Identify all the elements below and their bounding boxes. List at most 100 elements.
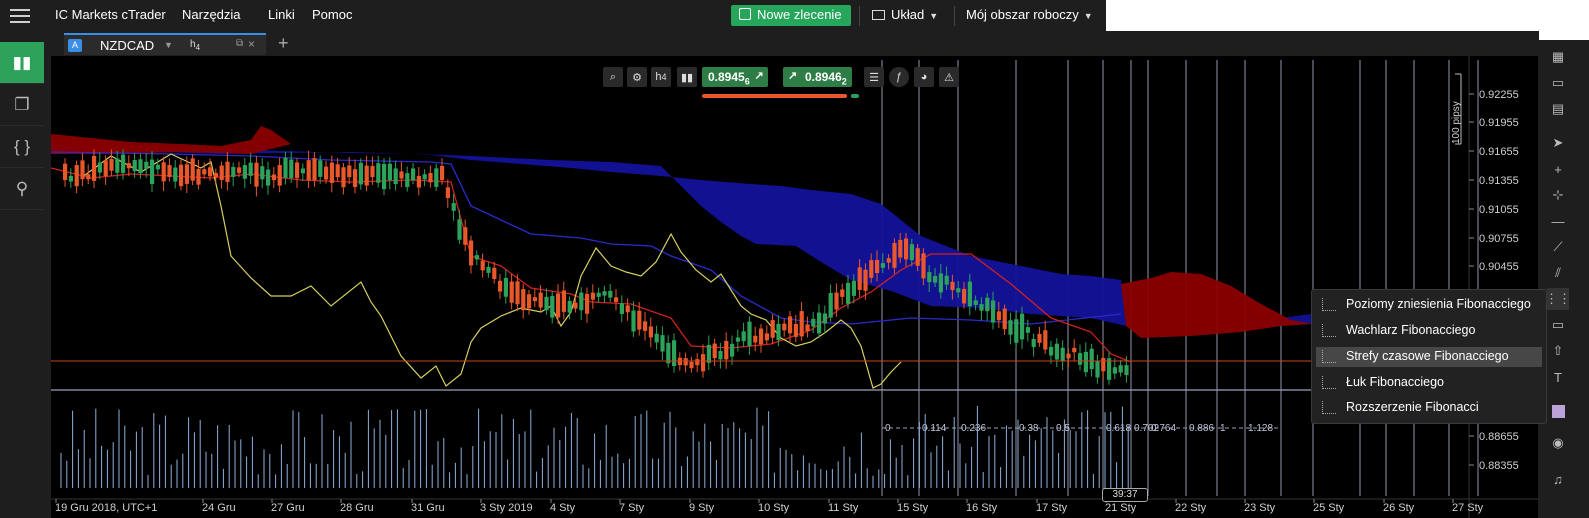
- chart-type-candles-icon[interactable]: ▮▮: [677, 67, 697, 87]
- time-axis-label: 24 Gru: [202, 502, 236, 514]
- candle: [318, 160, 323, 177]
- trend-line-icon[interactable]: ⟋: [1547, 236, 1569, 258]
- chart-canvas[interactable]: 0 0.114 0.236 0.38 0.5 0.618 0.7020.764 0.886 1 1…: [51, 56, 1538, 518]
- layout-button[interactable]: Układ ▼: [872, 7, 938, 22]
- close-icon[interactable]: ×: [248, 37, 255, 51]
- grid-layout-icon[interactable]: ▦: [1547, 46, 1569, 68]
- candle: [904, 238, 909, 260]
- drawing-icon[interactable]: ◕: [914, 67, 934, 87]
- code-braces-icon[interactable]: { }: [0, 126, 44, 168]
- time-axis-label: 15 Sty: [897, 502, 929, 514]
- candle: [718, 351, 723, 360]
- timeframe-number: 4: [195, 43, 201, 52]
- chart-tab-nzdcad[interactable]: A NZDCAD ▼ h4 ⧉ ×: [64, 33, 266, 55]
- candle: [857, 267, 862, 290]
- candle: [440, 165, 445, 181]
- new-order-label: Nowe zlecenie: [757, 7, 842, 22]
- channel-icon[interactable]: ⫽: [1547, 262, 1569, 284]
- fib-fan-icon: [1322, 324, 1336, 337]
- copy-icon[interactable]: ❐: [0, 84, 44, 126]
- timeframe-selector[interactable]: h4: [651, 67, 671, 87]
- menu-tools[interactable]: Narzędzia: [182, 7, 241, 22]
- horizontal-line-icon[interactable]: —: [1547, 210, 1569, 232]
- fib-time-zones-item[interactable]: Strefy czasowe Fibonacciego: [1316, 347, 1542, 367]
- alert-icon[interactable]: ⚠: [939, 67, 959, 87]
- menu-help[interactable]: Pomoc: [312, 7, 352, 22]
- add-tab-button[interactable]: +: [278, 33, 289, 54]
- fib-arc-item[interactable]: Łuk Fibonacciego: [1316, 373, 1542, 393]
- zoom-icon[interactable]: ⌕: [603, 67, 623, 87]
- indicator-f-icon[interactable]: ƒ: [889, 67, 909, 87]
- candle: [735, 337, 740, 342]
- fibonacci-icon[interactable]: ⋮⋮: [1545, 288, 1571, 310]
- candle: [950, 281, 955, 291]
- trade-candles-icon[interactable]: ▮▮: [0, 42, 44, 84]
- candle: [242, 165, 247, 179]
- crosshair-plus-icon[interactable]: ⊹: [1547, 184, 1569, 206]
- sell-price-button[interactable]: 0.89456 ↗: [702, 67, 768, 87]
- candle: [666, 342, 671, 364]
- candle: [1124, 365, 1129, 376]
- candle: [445, 187, 450, 199]
- candle: [503, 277, 508, 297]
- camera-icon[interactable]: ◉: [1547, 432, 1569, 454]
- checklist-icon[interactable]: ☰: [864, 67, 884, 87]
- candle: [991, 300, 996, 323]
- candle: [712, 343, 717, 359]
- account-badge: A: [68, 39, 82, 52]
- candle: [938, 273, 943, 293]
- time-axis-label: 4 Sty: [550, 502, 576, 514]
- time-axis-label: 23 Sty: [1244, 502, 1276, 514]
- analyze-zoom-icon[interactable]: ⚲: [0, 168, 44, 210]
- candle: [747, 321, 752, 346]
- candle: [689, 361, 694, 369]
- time-axis-label: 27 Gru: [271, 502, 305, 514]
- candle: [973, 300, 978, 305]
- split-window-icon[interactable]: ▤: [1547, 98, 1569, 120]
- crosshair-icon[interactable]: +: [1547, 158, 1569, 180]
- candle: [474, 255, 479, 260]
- chevron-down-icon[interactable]: ▼: [164, 40, 173, 50]
- candle: [1002, 308, 1007, 330]
- hamburger-menu-icon[interactable]: [10, 9, 30, 23]
- cursor-icon[interactable]: ➤: [1547, 132, 1569, 154]
- candle: [1101, 357, 1106, 372]
- buy-price-button[interactable]: ↗ 0.89462: [783, 67, 852, 87]
- new-order-button[interactable]: Nowe zlecenie: [731, 5, 851, 26]
- arrow-up-icon[interactable]: ⇧: [1547, 340, 1569, 362]
- fib-extension-item[interactable]: Rozszerzenie Fibonacci: [1316, 398, 1542, 418]
- time-axis-label: 19 Gru 2018, UTC+1: [55, 502, 157, 514]
- candle: [376, 163, 381, 183]
- candle: [271, 174, 276, 181]
- left-sidebar: ▮▮ ❐ { } ⚲: [0, 40, 44, 518]
- price-axis-label: 0.90455: [1479, 261, 1519, 273]
- text-icon[interactable]: T: [1547, 366, 1569, 388]
- color-swatch[interactable]: [1547, 400, 1569, 422]
- time-axis-label: 10 Sty: [758, 502, 790, 514]
- tab-timeframe[interactable]: h4: [190, 39, 200, 52]
- candle: [1008, 320, 1013, 335]
- candle: [1060, 347, 1065, 362]
- fib-extension-icon: [1322, 401, 1336, 414]
- price-axis-label: 0.88655: [1479, 431, 1519, 443]
- fib-level-label: 0.886: [1189, 423, 1214, 434]
- price-chart[interactable]: 0 0.114 0.236 0.38 0.5 0.618 0.702 0.764 0.886 1 1…: [51, 56, 1538, 518]
- candle: [637, 310, 642, 330]
- workspace-button[interactable]: Mój obszar roboczy ▼: [966, 7, 1093, 22]
- single-window-icon[interactable]: ▭: [1547, 72, 1569, 94]
- candle: [335, 164, 340, 178]
- candle: [341, 167, 346, 188]
- fib-fan-item[interactable]: Wachlarz Fibonacciego: [1316, 321, 1542, 341]
- candle: [1014, 319, 1019, 343]
- candle: [260, 166, 265, 180]
- bell-icon[interactable]: ♫: [1547, 468, 1569, 490]
- rectangle-icon[interactable]: ▭: [1547, 314, 1569, 336]
- candle: [428, 173, 433, 183]
- fib-retracement-item[interactable]: Poziomy zniesienia Fibonacciego: [1316, 295, 1542, 315]
- chart-settings-icon[interactable]: ⚙: [627, 67, 647, 87]
- divider: [859, 6, 860, 26]
- menu-links[interactable]: Linki: [268, 7, 295, 22]
- app-title-menu[interactable]: IC Markets cTrader: [55, 7, 166, 22]
- detach-icon[interactable]: ⧉: [236, 38, 243, 49]
- candle: [80, 160, 85, 180]
